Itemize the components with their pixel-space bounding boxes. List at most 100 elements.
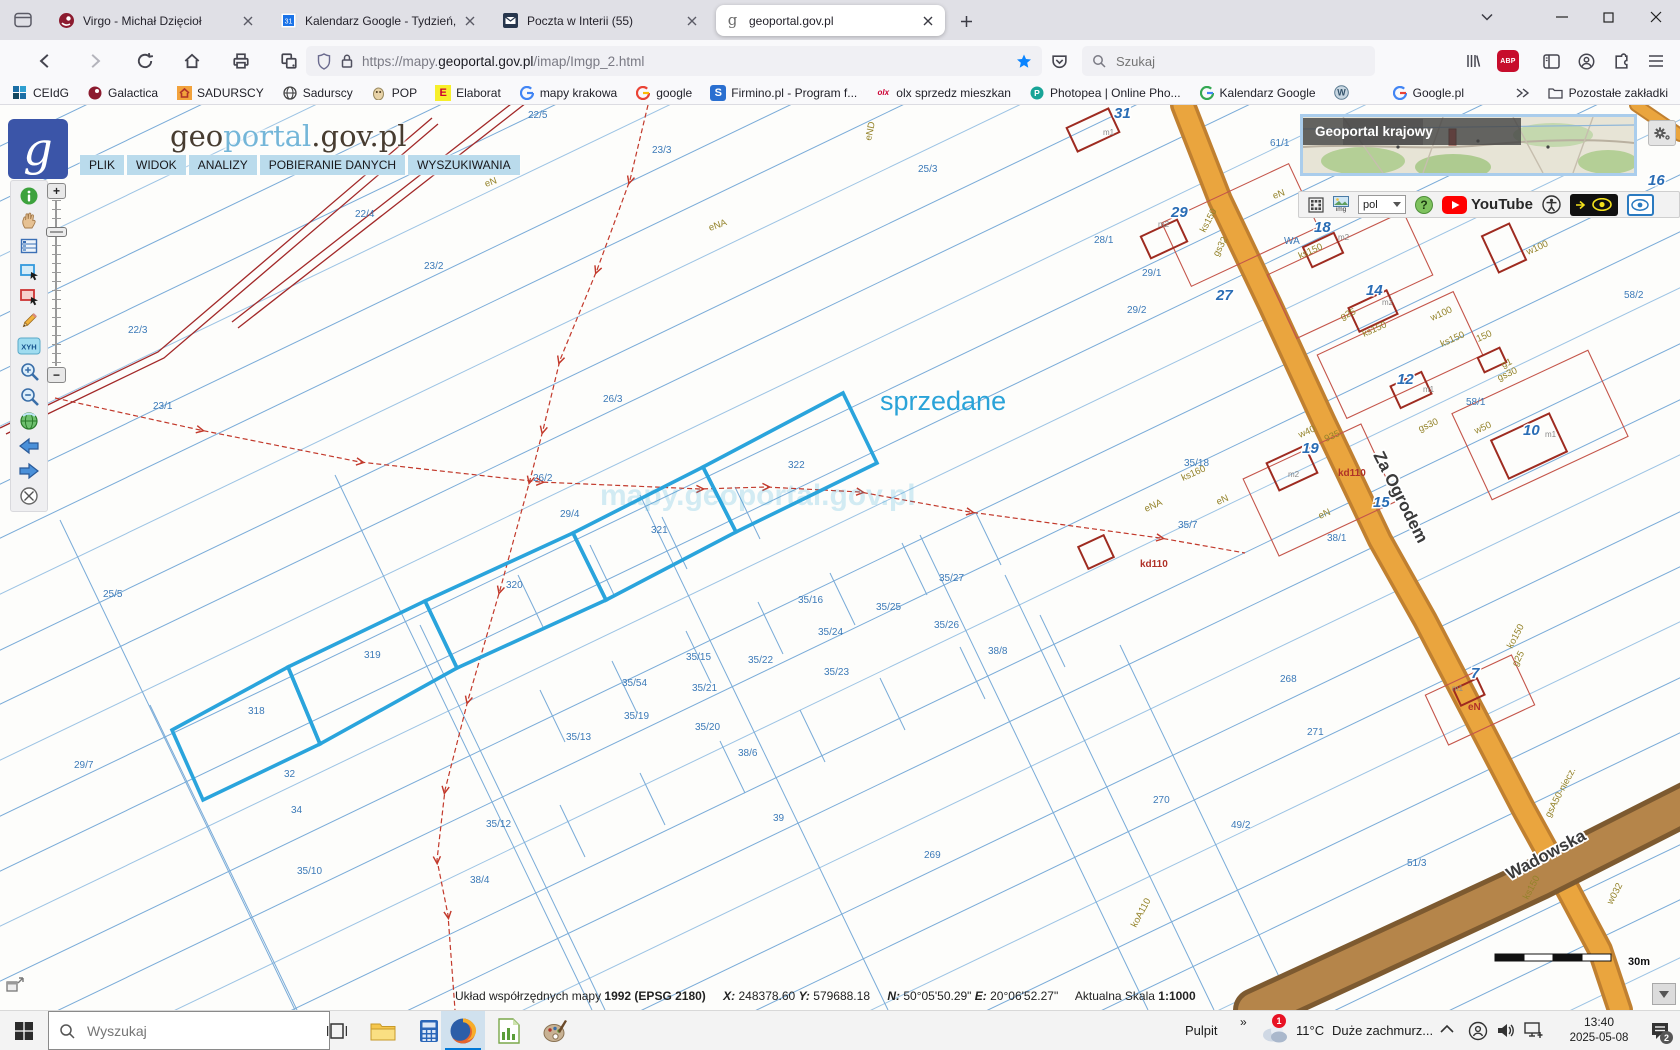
accessibility-icon[interactable]	[1542, 195, 1561, 214]
tab-close-icon[interactable]	[461, 12, 479, 30]
bookmark-olx[interactable]: olx olx sprzedz mieszkan	[875, 85, 1011, 101]
help-icon[interactable]: ?	[1415, 195, 1433, 214]
home-button[interactable]	[177, 46, 207, 76]
start-button[interactable]	[0, 1011, 48, 1050]
window-close-button[interactable]	[1635, 0, 1677, 34]
tab-close-icon[interactable]	[239, 12, 257, 30]
bookmark-firmino[interactable]: S Firmino.pl - Program f...	[710, 84, 857, 101]
tab-calendar[interactable]: 31 Kalendarz Google - Tydzień, w k	[272, 5, 487, 36]
window-minimize-button[interactable]	[1541, 0, 1583, 34]
file-explorer-button[interactable]	[361, 1011, 405, 1050]
tray-chevron-up-icon[interactable]	[1440, 1024, 1454, 1034]
attribute-table-icon[interactable]	[16, 234, 42, 258]
tab-geoportal[interactable]: g geoportal.gov.pl	[716, 5, 945, 36]
sidebar-icon[interactable]	[1536, 46, 1566, 76]
task-view-button[interactable]	[315, 1011, 359, 1050]
bookmarks-overflow-icon[interactable]	[1516, 87, 1530, 98]
pocket-icon[interactable]	[1044, 46, 1074, 76]
back-button[interactable]	[30, 46, 60, 76]
menu-hamburger-icon[interactable]	[1641, 46, 1671, 76]
meet-now-icon[interactable]	[1468, 1021, 1488, 1041]
menu-analizy[interactable]: ANALIZY	[188, 155, 257, 175]
layer-grid-icon[interactable]	[1308, 196, 1324, 213]
tab-virgo[interactable]: Virgo - Michał Dzięcioł	[50, 5, 265, 36]
bookmark-photopea[interactable]: P Photopea | Online Pho...	[1029, 85, 1181, 101]
firefox-button[interactable]	[441, 1011, 485, 1050]
tab-close-icon[interactable]	[683, 12, 701, 30]
map-canvas[interactable]: mapy.geoportal.gov.pl 22/5 23/3 25/3 22/4 23/…	[0, 105, 1680, 1010]
search-input[interactable]	[1114, 52, 1318, 70]
screenshot-icon[interactable]	[274, 46, 304, 76]
bookmark-mapy-krakowa[interactable]: mapy krakowa	[519, 85, 617, 101]
info-icon[interactable]	[16, 184, 42, 208]
visibility-eye-icon[interactable]	[1626, 193, 1654, 216]
window-maximize-button[interactable]	[1587, 0, 1629, 34]
youtube-link[interactable]: YouTube	[1442, 195, 1533, 214]
bookmark-wordpress[interactable]: W	[1334, 85, 1350, 101]
network-icon[interactable]	[1524, 1022, 1544, 1039]
bookmark-google[interactable]: google	[635, 85, 692, 101]
bookmark-sadurscy-1[interactable]: SADURSCY	[176, 85, 264, 101]
volume-icon[interactable]	[1497, 1022, 1516, 1039]
overview-map[interactable]: Geoportal krajowy	[1300, 114, 1637, 176]
library-icon[interactable]	[1458, 46, 1488, 76]
tab-close-icon[interactable]	[919, 12, 937, 30]
deselect-rectangle-icon[interactable]	[16, 284, 42, 308]
toolbar-overflow-chevron[interactable]: »	[1240, 1015, 1247, 1029]
extension-icon[interactable]	[1606, 46, 1636, 76]
bookmark-pop[interactable]: POP	[371, 85, 417, 101]
browser-search-bar[interactable]	[1082, 46, 1375, 76]
language-select[interactable]: pol	[1358, 195, 1406, 214]
menu-widok[interactable]: WIDOK	[127, 155, 186, 175]
firefox-view-icon[interactable]	[10, 8, 36, 32]
libreoffice-calc-button[interactable]	[487, 1011, 531, 1050]
weather-icon[interactable]: 1	[1260, 1014, 1288, 1044]
bookmark-galactica[interactable]: Galactica	[87, 85, 158, 101]
account-icon[interactable]	[1571, 46, 1601, 76]
full-extent-globe-icon[interactable]	[16, 409, 42, 433]
list-all-tabs-icon[interactable]	[1466, 0, 1508, 34]
clear-selection-icon[interactable]	[16, 484, 42, 508]
new-tab-button[interactable]	[954, 9, 978, 33]
action-center-icon[interactable]: 2	[1650, 1021, 1673, 1044]
reload-button[interactable]	[130, 46, 160, 76]
zoom-slider-handle[interactable]	[46, 227, 67, 237]
taskbar-search-box[interactable]	[48, 1011, 330, 1050]
weather-temperature[interactable]: 11°C	[1296, 1023, 1324, 1038]
xyh-coordinates-icon[interactable]: XYH	[16, 334, 42, 358]
draw-pencil-icon[interactable]	[16, 309, 42, 333]
url-bar[interactable]: https://mapy.geoportal.gov.pl/imap/Imgp_…	[306, 46, 1042, 76]
taskbar-clock[interactable]: 13:40 2025-05-08	[1556, 1014, 1642, 1046]
image-format-icon[interactable]: img	[1333, 196, 1349, 213]
taskbar-search-input[interactable]	[85, 1021, 289, 1040]
print-icon[interactable]	[226, 46, 256, 76]
lock-icon[interactable]	[340, 53, 354, 69]
select-rectangle-icon[interactable]	[16, 259, 42, 283]
tab-poczta[interactable]: Poczta w Interii (55)	[494, 5, 709, 36]
window-resize-grip-icon[interactable]	[6, 977, 24, 993]
bookmark-sadurscy-2[interactable]: Sadurscy	[282, 85, 353, 101]
pan-hand-icon[interactable]	[16, 209, 42, 233]
zoom-out-icon[interactable]	[16, 384, 42, 408]
high-contrast-toggle[interactable]	[1569, 193, 1618, 216]
previous-view-icon[interactable]	[16, 434, 42, 458]
map-corner-collapse-button[interactable]	[1652, 983, 1676, 1005]
geoportal-logo[interactable]: g	[8, 119, 68, 179]
bookmark-ceidg[interactable]: CEIdG	[12, 85, 69, 101]
zoom-in-icon[interactable]	[16, 359, 42, 383]
bookmark-kalendarz-google[interactable]: Kalendarz Google	[1199, 85, 1316, 101]
adblock-icon[interactable]: ABP	[1493, 46, 1523, 76]
desktop-toolbar-label[interactable]: Pulpit	[1185, 1023, 1218, 1038]
weather-description[interactable]: Duże zachmurz...	[1332, 1023, 1433, 1038]
settings-gear-icon[interactable]	[1648, 120, 1676, 146]
gimp-button[interactable]	[533, 1011, 577, 1050]
menu-plik[interactable]: PLIK	[80, 155, 125, 175]
next-view-icon[interactable]	[16, 459, 42, 483]
menu-pobieranie-danych[interactable]: POBIERANIE DANYCH	[259, 155, 406, 175]
zoom-slider-track[interactable]	[52, 200, 61, 366]
menu-wyszukiwania[interactable]: WYSZUKIWANIA	[408, 155, 520, 175]
zoom-slider-plus-button[interactable]: +	[47, 183, 66, 199]
forward-button[interactable]	[80, 46, 110, 76]
tracking-shield-icon[interactable]	[316, 52, 332, 70]
bookmark-elaborat[interactable]: E Elaborat	[435, 84, 501, 101]
